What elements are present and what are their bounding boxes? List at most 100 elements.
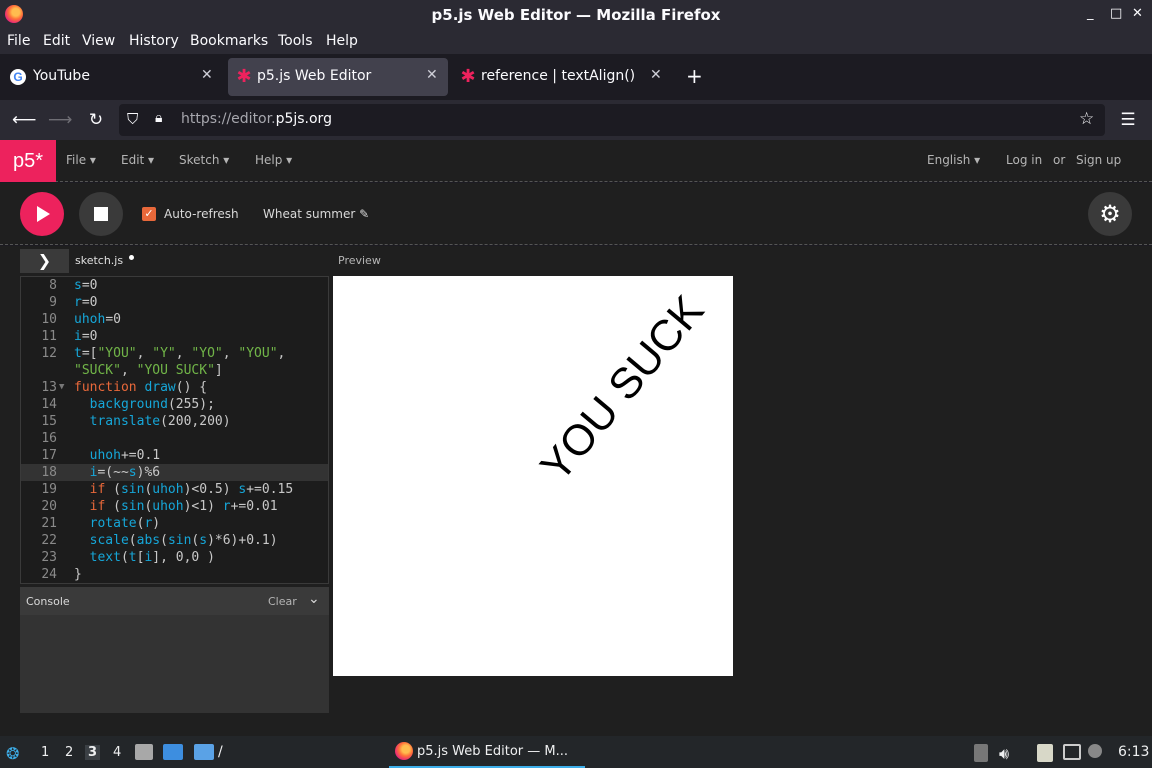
firefox-logo-icon <box>395 742 413 760</box>
close-tab-icon[interactable]: ✕ <box>426 67 438 83</box>
code-line[interactable]: 23 text(t[i], 0,0 ) <box>21 549 328 566</box>
workspace-1[interactable]: 1 <box>41 745 49 760</box>
volume-icon[interactable]: 🔊︎ <box>999 744 1009 764</box>
menu-edit[interactable]: Edit <box>43 33 70 49</box>
file-manager-icon[interactable] <box>135 744 153 760</box>
auto-refresh-label[interactable]: Auto-refresh <box>164 207 239 221</box>
new-tab-button[interactable]: + <box>686 64 703 88</box>
sketch-name[interactable]: Wheat summer ✎ <box>263 207 369 221</box>
play-button[interactable] <box>20 192 64 236</box>
menu-help[interactable]: Help <box>326 33 358 49</box>
shield-icon[interactable]: ⛉ <box>127 110 138 128</box>
workspace: ❯ sketch.js Preview 8 s=0 9 r=0 10 uhoh=0 1… <box>0 246 1152 736</box>
minimize-button[interactable]: _ <box>1087 6 1094 21</box>
preview-canvas[interactable]: YOU SUCK <box>333 276 733 676</box>
hamburger-menu-icon[interactable]: ☰ <box>1116 108 1140 132</box>
code-line-current[interactable]: 18 i=(~~s)%6 <box>21 464 328 481</box>
reload-icon[interactable]: ↻ <box>84 108 108 132</box>
window-titlebar: p5.js Web Editor — Mozilla Firefox _ □ ✕ <box>0 0 1152 30</box>
tab-reference[interactable]: ✱ reference | textAlign() ✕ <box>452 58 674 96</box>
p5-menu-file[interactable]: File ▾ <box>66 153 96 167</box>
network-icon[interactable] <box>1063 744 1081 760</box>
console-panel: Console Clear ⌄ <box>20 587 329 713</box>
login-link[interactable]: Log in <box>1006 153 1042 167</box>
taskbar-item-label: p5.js Web Editor — M... <box>417 744 568 759</box>
expand-sidebar-button[interactable]: ❯ <box>20 249 69 273</box>
menu-file[interactable]: File <box>7 33 30 49</box>
close-window-button[interactable]: ✕ <box>1132 6 1143 21</box>
forward-arrow-icon[interactable]: ⟶ <box>48 108 72 132</box>
back-arrow-icon[interactable]: ⟵ <box>12 108 36 132</box>
menu-tools[interactable]: Tools <box>278 33 313 49</box>
code-line[interactable]: "SUCK", "YOU SUCK"] <box>21 362 328 379</box>
os-taskbar: ❂ 1 2 3 4 / p5.js Web Editor — M... 🔊︎ 6… <box>0 736 1152 768</box>
code-line[interactable]: 13 ▼ function draw() { <box>21 379 328 396</box>
tab-youtube[interactable]: G YouTube ✕ <box>2 58 224 96</box>
console-title: Console <box>26 595 70 608</box>
code-line[interactable]: 8 s=0 <box>21 277 328 294</box>
language-select[interactable]: English ▾ <box>927 153 980 167</box>
close-tab-icon[interactable]: ✕ <box>650 67 662 83</box>
code-line[interactable]: 10 uhoh=0 <box>21 311 328 328</box>
p5-menu-edit[interactable]: Edit ▾ <box>121 153 154 167</box>
clipboard-icon[interactable] <box>974 744 988 762</box>
p5-logo[interactable]: p5* <box>0 140 56 182</box>
p5-asterisk-icon: ✱ <box>236 66 252 87</box>
p5-menu-help[interactable]: Help ▾ <box>255 153 292 167</box>
p5-menu-sketch[interactable]: Sketch ▾ <box>179 153 229 167</box>
signup-link[interactable]: Sign up <box>1076 153 1121 167</box>
lock-icon[interactable]: 🔒︎ <box>155 110 162 126</box>
code-line[interactable]: 17 uhoh+=0.1 <box>21 447 328 464</box>
play-icon <box>37 206 50 222</box>
preview-label: Preview <box>338 254 381 267</box>
notes-icon[interactable] <box>1037 744 1053 762</box>
bookmark-star-icon[interactable]: ☆ <box>1079 109 1094 129</box>
canvas-text: YOU SUCK <box>531 286 713 491</box>
code-editor[interactable]: 8 s=0 9 r=0 10 uhoh=0 11 i=0 12 t=["YOU", "Y"… <box>20 276 329 584</box>
code-line[interactable]: 19 if (sin(uhoh)<0.5) s+=0.15 <box>21 481 328 498</box>
code-line[interactable]: 15 translate(200,200) <box>21 413 328 430</box>
menu-view[interactable]: View <box>82 33 115 49</box>
code-line[interactable]: 14 background(255); <box>21 396 328 413</box>
maximize-button[interactable]: □ <box>1110 6 1122 21</box>
app-launcher-icon[interactable]: ❂ <box>6 744 19 763</box>
menubar: File Edit View History Bookmarks Tools H… <box>0 30 1152 54</box>
navigation-bar: ⟵ ⟶ ↻ ⛉ 🔒︎ https://editor.p5js.org ☆ ☰ <box>0 100 1152 140</box>
taskbar-firefox-item[interactable]: p5.js Web Editor — M... <box>389 736 585 768</box>
code-line[interactable]: 9 r=0 <box>21 294 328 311</box>
workspace-4[interactable]: 4 <box>113 745 121 760</box>
url-bar[interactable]: ⛉ 🔒︎ https://editor.p5js.org ☆ <box>119 104 1105 136</box>
settings-gear-icon[interactable]: ⚙ <box>1088 192 1132 236</box>
stop-icon <box>94 207 108 221</box>
menu-history[interactable]: History <box>129 33 179 49</box>
console-clear-button[interactable]: Clear <box>268 595 297 608</box>
stop-button[interactable] <box>79 192 123 236</box>
code-line[interactable]: 24} <box>21 566 328 583</box>
folder-icon[interactable] <box>194 744 214 760</box>
workspace-2[interactable]: 2 <box>65 745 73 760</box>
console-header: Console Clear ⌄ <box>20 587 329 615</box>
desktop-icon[interactable] <box>163 744 183 760</box>
tab-strip: G YouTube ✕ ✱ p5.js Web Editor ✕ ✱ refer… <box>0 54 1152 100</box>
chevron-down-icon[interactable]: ⌄ <box>308 591 320 607</box>
code-line[interactable]: 20 if (sin(uhoh)<1) r+=0.01 <box>21 498 328 515</box>
p5-asterisk-icon: ✱ <box>460 66 476 87</box>
code-line[interactable]: 16 <box>21 430 328 447</box>
menu-bookmarks[interactable]: Bookmarks <box>190 33 268 49</box>
close-tab-icon[interactable]: ✕ <box>201 67 213 83</box>
unsaved-dot-icon <box>129 255 134 260</box>
auto-refresh-checkbox[interactable]: ✓ <box>142 207 156 221</box>
notification-icon[interactable] <box>1088 744 1102 758</box>
tab-p5-editor[interactable]: ✱ p5.js Web Editor ✕ <box>228 58 448 96</box>
file-tab[interactable]: sketch.js <box>75 254 123 267</box>
p5-nav: p5* File ▾ Edit ▾ Sketch ▾ Help ▾ Englis… <box>0 140 1152 182</box>
code-line[interactable]: 11 i=0 <box>21 328 328 345</box>
code-line[interactable]: 12 t=["YOU", "Y", "YO", "YOU", <box>21 345 328 362</box>
code-line[interactable]: 22 scale(abs(sin(s)*6)+0.1) <box>21 532 328 549</box>
workspace-3[interactable]: 3 <box>85 745 101 760</box>
code-line[interactable]: 21 rotate(r) <box>21 515 328 532</box>
tab-label: YouTube <box>33 68 90 84</box>
url-text[interactable]: https://editor.p5js.org <box>181 111 332 127</box>
clock: 6:13 <box>1118 744 1150 760</box>
fold-arrow-icon[interactable]: ▼ <box>59 379 64 396</box>
